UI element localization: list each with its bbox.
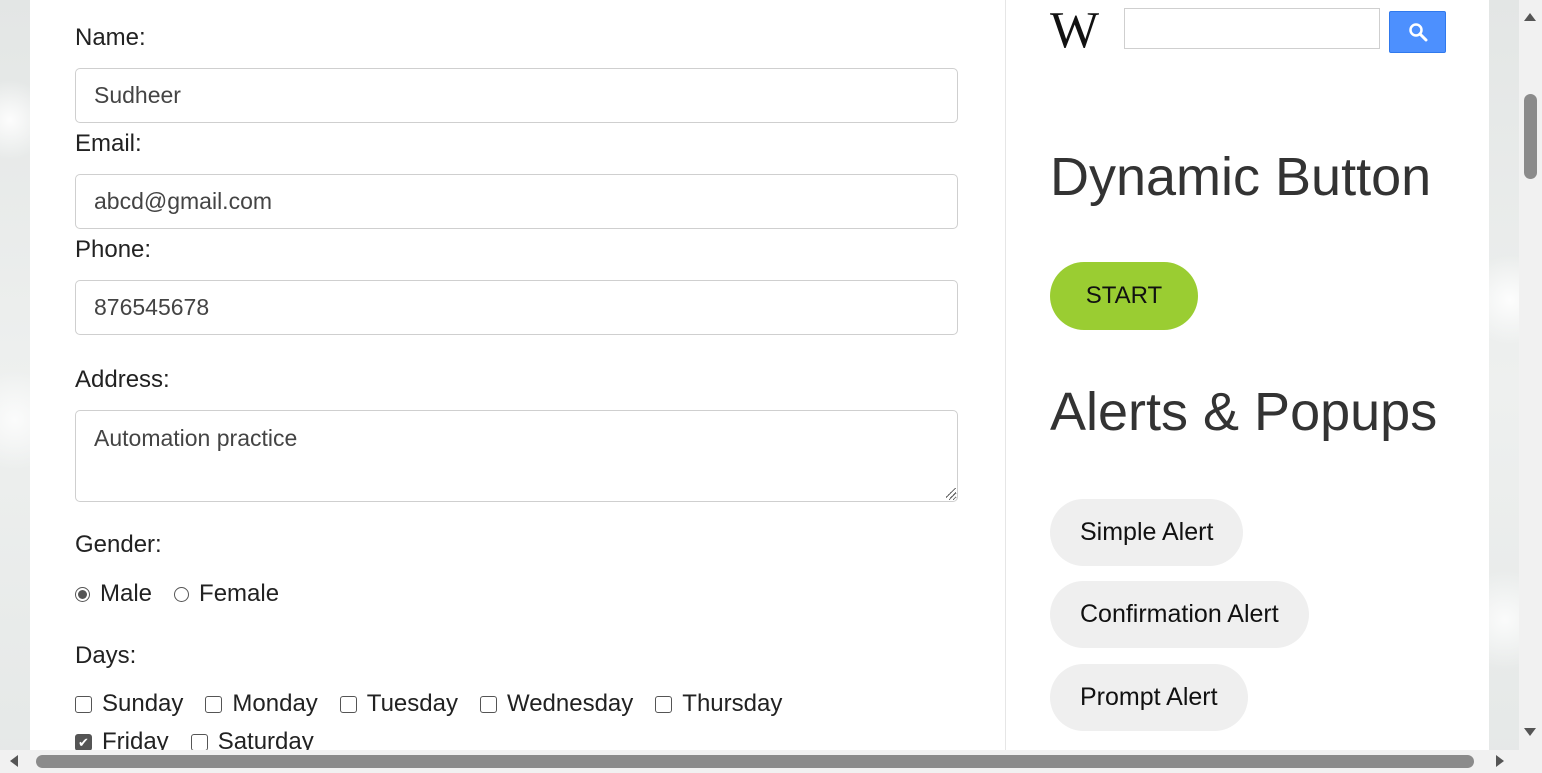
saturday-checkbox[interactable] <box>190 733 208 751</box>
wikipedia-search-input[interactable] <box>1124 8 1380 49</box>
gender-label: Gender: <box>75 531 162 558</box>
wikipedia-logo-icon: W <box>1050 2 1099 59</box>
tuesday-checkbox[interactable] <box>339 695 357 713</box>
day-option-wednesday[interactable]: Wednesday <box>479 690 634 718</box>
scroll-up-arrow-icon[interactable] <box>1524 13 1536 21</box>
gender-option-male[interactable]: Male <box>75 580 152 608</box>
resize-grip-icon[interactable] <box>946 488 956 498</box>
confirmation-alert-button[interactable]: Confirmation Alert <box>1050 581 1309 648</box>
gender-radio-group: Male Female <box>75 580 301 608</box>
vertical-scroll-thumb[interactable] <box>1524 94 1537 179</box>
vertical-scrollbar[interactable] <box>1519 0 1542 750</box>
dynamic-button-heading: Dynamic Button <box>1050 147 1432 207</box>
day-option-thursday[interactable]: Thursday <box>655 690 782 718</box>
scroll-left-arrow-icon[interactable] <box>10 755 18 767</box>
address-textarea[interactable]: Automation practice <box>75 410 958 502</box>
day-option-monday[interactable]: Monday <box>205 690 318 718</box>
female-radio[interactable] <box>174 586 190 602</box>
male-radio-label: Male <box>100 580 153 607</box>
horizontal-scroll-thumb[interactable] <box>36 755 1474 768</box>
scroll-right-arrow-icon[interactable] <box>1496 755 1504 767</box>
wednesday-checkbox[interactable] <box>479 695 497 713</box>
day-option-sunday[interactable]: Sunday <box>75 690 183 718</box>
monday-label: Monday <box>232 690 318 717</box>
sunday-checkbox[interactable] <box>75 695 92 713</box>
name-label: Name: <box>75 24 146 51</box>
phone-input[interactable] <box>75 280 958 335</box>
horizontal-scrollbar[interactable] <box>0 750 1542 773</box>
male-radio[interactable] <box>75 586 90 602</box>
email-input[interactable] <box>75 174 958 229</box>
simple-alert-button[interactable]: Simple Alert <box>1050 499 1244 566</box>
alerts-popups-heading: Alerts & Popups <box>1050 382 1438 442</box>
address-label: Address: <box>75 366 170 393</box>
days-label: Days: <box>75 642 137 669</box>
monday-checkbox[interactable] <box>205 695 223 713</box>
page-content: Name: Email: Phone: Address: Automation … <box>30 0 1489 755</box>
scroll-down-arrow-icon[interactable] <box>1524 728 1536 736</box>
browser-viewport: Name: Email: Phone: Address: Automation … <box>0 0 1542 773</box>
day-option-tuesday[interactable]: Tuesday <box>339 690 458 718</box>
prompt-alert-button[interactable]: Prompt Alert <box>1050 664 1248 731</box>
friday-checkbox[interactable]: ✔ <box>75 733 92 751</box>
wikipedia-search-button[interactable] <box>1389 11 1446 53</box>
name-input[interactable] <box>75 68 958 123</box>
female-radio-label: Female <box>199 580 280 607</box>
email-label: Email: <box>75 130 142 157</box>
thursday-label: Thursday <box>682 690 783 717</box>
thursday-checkbox[interactable] <box>655 695 673 713</box>
address-wrapper: Automation practice <box>75 410 960 502</box>
phone-label: Phone: <box>75 236 152 263</box>
days-row-1: Sunday Monday Tuesday Wednesday Thursday <box>75 690 804 718</box>
gender-option-female[interactable]: Female <box>174 580 279 608</box>
form-column: Name: Email: Phone: Address: Automation … <box>30 0 1006 755</box>
wednesday-label: Wednesday <box>506 690 634 717</box>
start-button[interactable]: START <box>1050 262 1198 330</box>
sunday-label: Sunday <box>102 690 184 717</box>
search-icon <box>1408 23 1427 42</box>
tuesday-label: Tuesday <box>366 690 458 717</box>
